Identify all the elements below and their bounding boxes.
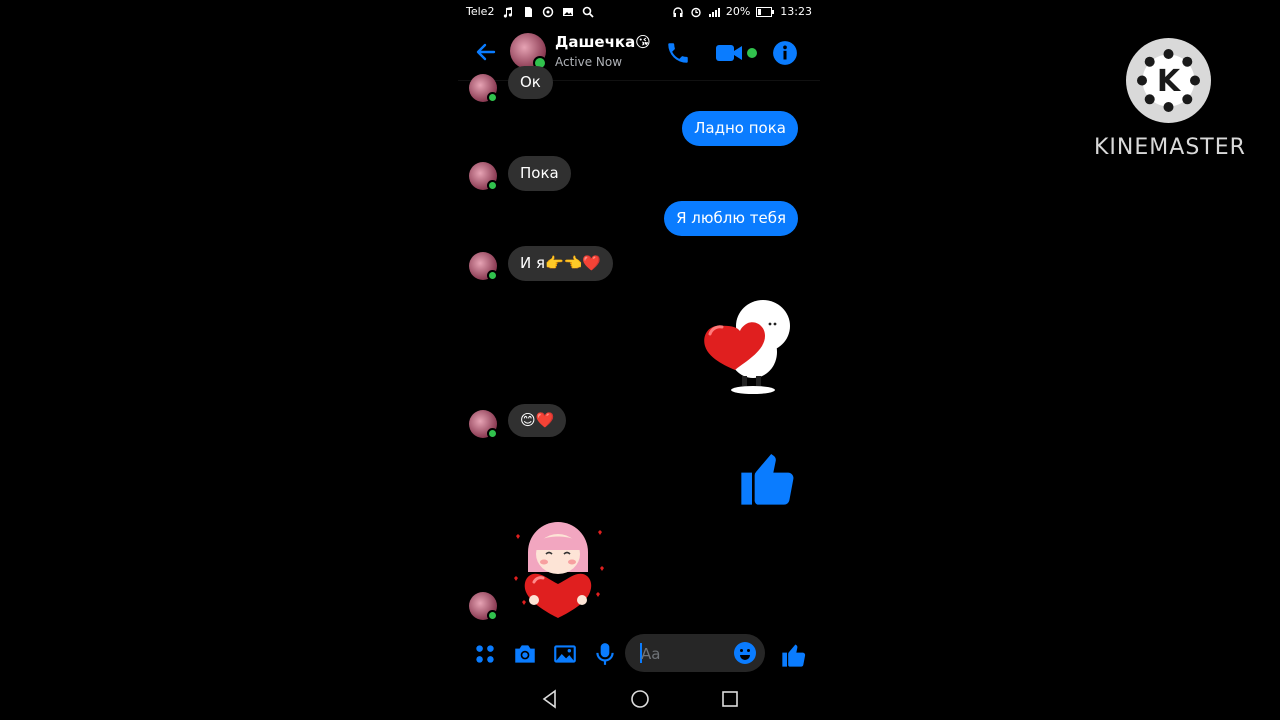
online-indicator bbox=[487, 92, 498, 103]
sender-avatar bbox=[469, 162, 498, 191]
kinemaster-logo: K bbox=[1126, 38, 1211, 123]
sender-avatar bbox=[469, 74, 498, 103]
thumbs-up-icon[interactable] bbox=[736, 446, 800, 510]
alarm-icon bbox=[691, 7, 701, 17]
nav-recents-icon[interactable] bbox=[720, 689, 740, 709]
sender-avatar bbox=[469, 410, 498, 439]
microphone-icon[interactable] bbox=[592, 641, 618, 667]
back-arrow-icon[interactable] bbox=[474, 40, 498, 64]
info-icon[interactable] bbox=[772, 40, 798, 66]
outgoing-message[interactable]: Ладно пока bbox=[682, 111, 798, 146]
outgoing-message[interactable]: Я люблю тебя bbox=[664, 201, 798, 236]
nav-back-icon[interactable] bbox=[540, 689, 560, 709]
kinemaster-wordmark: KINEMASTER bbox=[1094, 135, 1246, 160]
online-indicator bbox=[487, 270, 498, 281]
apps-grid-icon[interactable] bbox=[472, 641, 498, 667]
contact-avatar[interactable] bbox=[510, 33, 547, 70]
sim-icon bbox=[525, 6, 533, 17]
message-input[interactable]: Aa bbox=[625, 634, 765, 672]
search-icon bbox=[583, 6, 595, 18]
kinemaster-logo-icon: K bbox=[1137, 49, 1200, 112]
nav-home-icon[interactable] bbox=[630, 689, 650, 709]
contact-name[interactable]: Дашечка😘 bbox=[555, 33, 651, 51]
wordmark-master: MASTER bbox=[1149, 135, 1246, 160]
input-placeholder: Aa bbox=[641, 645, 661, 663]
clock: 13:23 bbox=[780, 5, 812, 18]
status-bar: Tele2 20% 13:23 bbox=[458, 0, 820, 24]
headphones-icon bbox=[673, 6, 683, 17]
heart-hug-sticker[interactable] bbox=[698, 294, 798, 398]
camera-icon[interactable] bbox=[512, 641, 538, 667]
girl-heart-sticker[interactable] bbox=[508, 522, 608, 622]
online-indicator bbox=[487, 180, 498, 191]
gallery-icon[interactable] bbox=[552, 641, 578, 667]
incoming-message[interactable]: И я👉👈❤️ bbox=[508, 246, 614, 281]
emoji-icon[interactable] bbox=[733, 641, 757, 665]
battery-percent: 20% bbox=[725, 5, 751, 18]
battery-icon bbox=[756, 6, 775, 17]
active-status: Active Now bbox=[555, 55, 623, 69]
phone-call-icon[interactable] bbox=[665, 40, 691, 66]
like-button-icon[interactable] bbox=[780, 641, 808, 669]
incoming-message[interactable]: Ок bbox=[508, 66, 553, 99]
wordmark-kine: KINE bbox=[1094, 135, 1150, 160]
message-composer: Aa bbox=[458, 632, 820, 676]
messenger-screen: Tele2 20% 13:23 Дашечка😘 Active Now Ок Л… bbox=[458, 0, 820, 720]
signal-icon bbox=[708, 7, 720, 17]
sync-icon bbox=[543, 6, 554, 17]
gallery-icon bbox=[563, 7, 574, 16]
online-indicator bbox=[487, 610, 498, 621]
video-call-icon[interactable] bbox=[714, 40, 758, 66]
music-icon bbox=[504, 6, 513, 18]
incoming-message[interactable]: Пока bbox=[508, 156, 571, 191]
carrier-label: Tele2 bbox=[466, 5, 495, 18]
sender-avatar bbox=[469, 592, 498, 621]
navigation-bar bbox=[458, 680, 820, 720]
kinemaster-logo-letter: K bbox=[1157, 64, 1182, 99]
sender-avatar bbox=[469, 252, 498, 281]
online-indicator bbox=[487, 428, 498, 439]
incoming-message[interactable]: 😊❤️ bbox=[508, 404, 567, 437]
